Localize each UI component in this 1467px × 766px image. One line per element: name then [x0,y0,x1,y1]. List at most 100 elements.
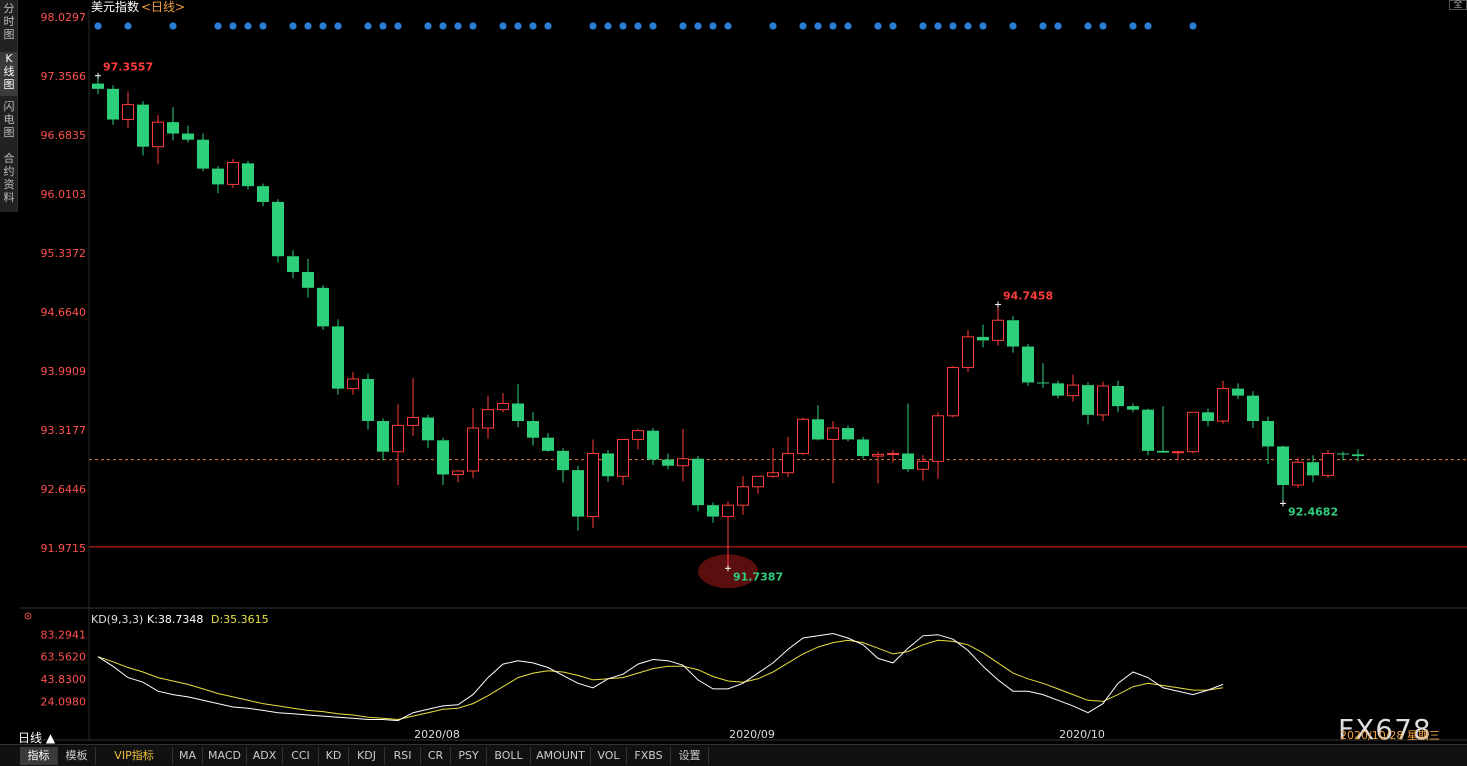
signal-dot [544,22,552,30]
candle [242,160,254,190]
candle [1277,445,1289,504]
indicator-tab[interactable]: BOLL [487,747,531,765]
candle [422,414,434,449]
signal-dot [364,22,372,30]
indicator-tab[interactable]: ADX [247,747,283,765]
signal-dot [694,22,702,30]
indicator-tab[interactable]: 指标 [20,747,58,765]
indicator-tab[interactable]: MA [173,747,203,765]
candle-body [407,417,419,426]
signal-dot [499,22,507,30]
candle [407,378,419,436]
indicator-tab[interactable]: VIP指标 [96,747,173,765]
candle [707,502,719,523]
candle-body [362,378,374,422]
candle-body [317,287,329,327]
candle-body [392,424,404,453]
y-tick-label: 96.0103 [41,188,87,201]
candle-body [752,475,764,488]
candle-body [182,133,194,140]
signal-dot [964,22,972,30]
candle-body [377,421,389,452]
candle [152,115,164,165]
indicator-tab[interactable]: KDJ [349,747,385,765]
candle [782,436,794,478]
candle-body [587,452,599,518]
candle [677,428,689,482]
signal-dot [424,22,432,30]
candle-body [92,83,104,89]
signal-dot [889,22,897,30]
candle-body [647,430,659,460]
signal-dot [589,22,597,30]
indicator-tab[interactable]: PSY [451,747,487,765]
candle-body [542,437,554,451]
candle-body [467,427,479,472]
indicator-tab[interactable]: VOL [591,747,627,765]
candle [1112,380,1124,413]
indicator-tab[interactable]: KD [319,747,349,765]
indicator-tab[interactable]: CCI [283,747,319,765]
candle [542,433,554,452]
signal-dot [304,22,312,30]
signal-dot [619,22,627,30]
candle-body [632,430,644,440]
candle [557,448,569,483]
candle [257,183,269,207]
indicator-tab[interactable]: 模板 [58,747,96,765]
candle-body [887,452,899,455]
candle [227,158,239,188]
candle-body [902,453,914,470]
signal-dot [454,22,462,30]
chart-canvas[interactable]: 美元指数 <日线> 98.0297 97.3566 96.6835 96.0103 95… [0,0,1467,744]
candle [362,373,374,430]
signal-dot [769,22,777,30]
signal-dot [319,22,327,30]
indicator-tab[interactable]: RSI [385,747,421,765]
signal-dot [799,22,807,30]
signal-dot [514,22,522,30]
candle [1082,382,1094,425]
candle-body [482,409,494,429]
y-tick-label: 91.9715 [41,542,87,555]
signal-dot [709,22,717,30]
indicator-y-tick-label: 83.2941 [41,628,87,641]
indicator-tab[interactable]: FXBS [627,747,671,765]
signal-dot [1039,22,1047,30]
signal-dot [169,22,177,30]
candle-body [1052,383,1064,396]
candle-body [1082,385,1094,415]
indicator-tab[interactable]: MACD [203,747,247,765]
candle [827,421,839,484]
candle-body [1187,411,1199,453]
d-line [97,639,1224,721]
candle-body [1262,421,1274,447]
indicator-y-tick-label: 24.0980 [41,695,87,708]
signal-dot [979,22,987,30]
candle-body [257,186,269,202]
candle-body [152,121,164,148]
candle-body [947,367,959,417]
candle [812,405,824,441]
indicator-tab[interactable]: 设置 [671,747,709,765]
candle [452,470,464,483]
indicator-tab[interactable]: AMOUNT [531,747,591,765]
candle-body [1352,454,1364,457]
candle-body [272,201,284,257]
k-value-label: K:38.7348 [147,613,203,626]
indicator-tab[interactable]: CR [421,747,451,765]
signal-dot [529,22,537,30]
x-tick-label: 2020/10 [1059,728,1105,741]
signal-dot [604,22,612,30]
signal-dot [1009,22,1017,30]
candle-body [662,459,674,466]
candle-body [1277,446,1289,486]
y-tick-label: 96.6835 [41,129,87,142]
candle-body [932,415,944,462]
extreme-label: 92.4682 [1288,505,1338,518]
y-tick-label: 97.3566 [41,70,87,83]
signal-dot [844,22,852,30]
signal-dot [874,22,882,30]
candle-body [1172,451,1184,454]
candle-body [137,104,149,147]
